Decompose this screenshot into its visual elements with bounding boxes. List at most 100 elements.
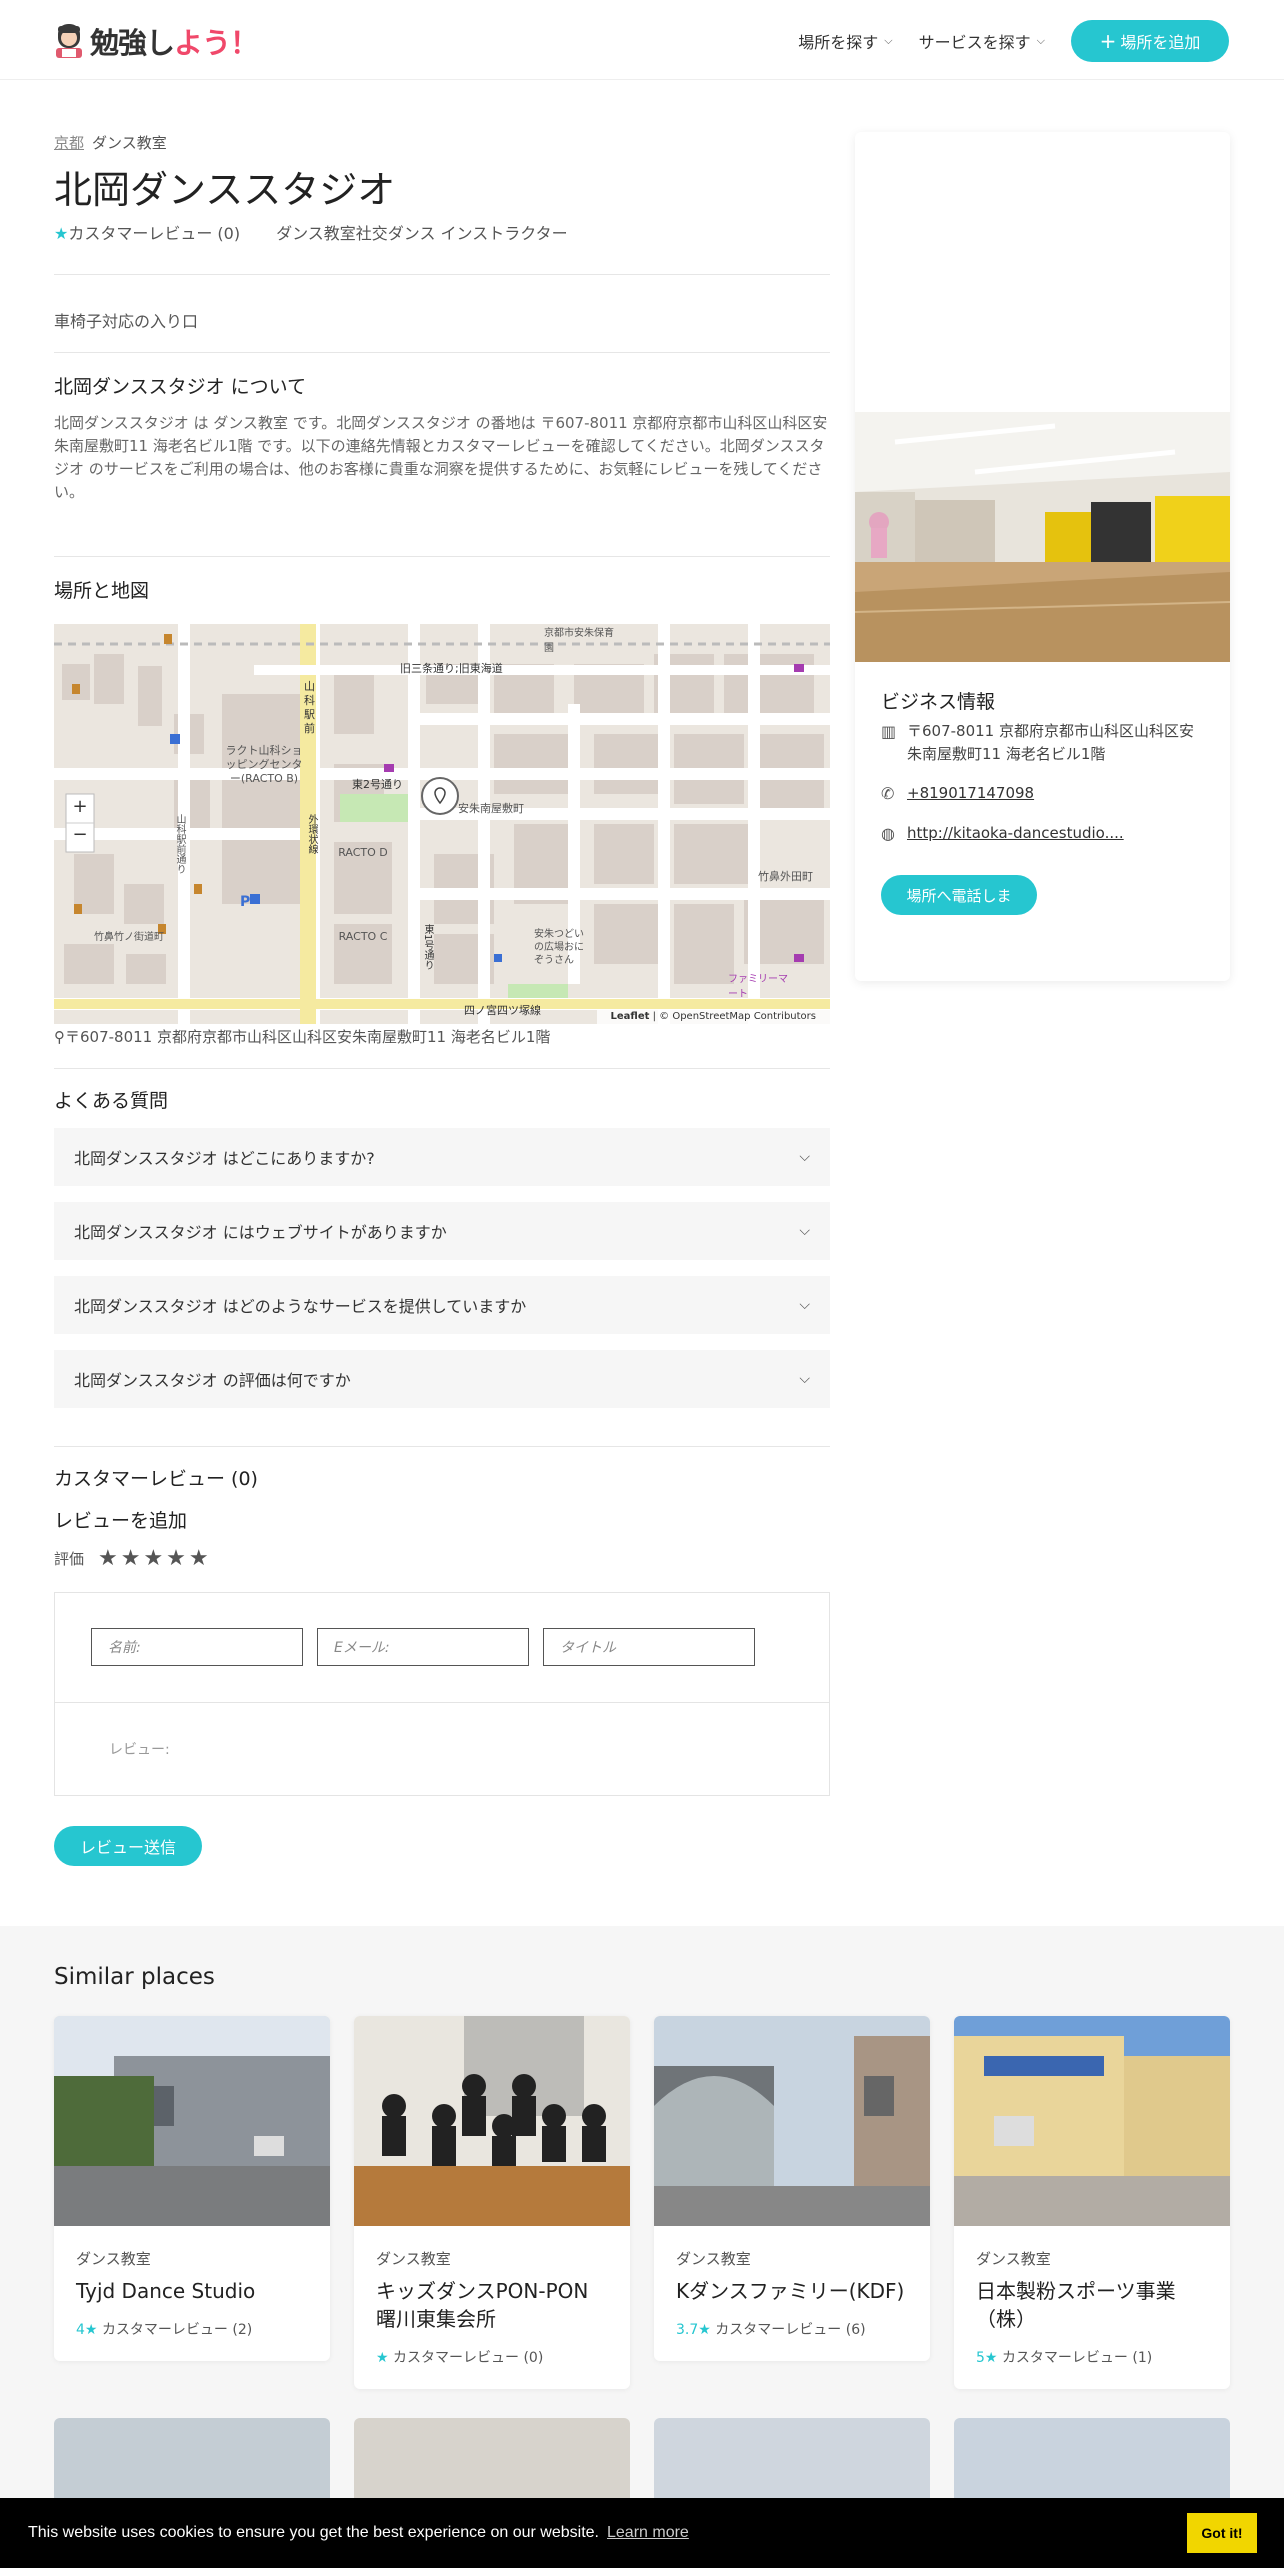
map-label: 京都市安朱保育園 <box>544 628 614 654</box>
map-label: 東2号通り <box>352 778 403 791</box>
place-name[interactable]: Tyjd Dance Studio <box>76 2277 308 2305</box>
rating-row: 評価 ★★★★★ <box>54 1546 212 1571</box>
divider <box>54 1446 830 1447</box>
main-content: 京都 ダンス教室 北岡ダンススタジオ ★カスタマーレビュー (0) ダンス教室社交… <box>54 132 830 1866</box>
add-review-heading: レビューを追加 <box>54 1510 188 1532</box>
map-pin-icon: ⚲ <box>54 1028 65 1046</box>
cookie-learn-more-link[interactable]: Learn more <box>607 2524 689 2542</box>
similar-places-heading: Similar places <box>54 1964 215 1990</box>
place-photo <box>54 2016 330 2226</box>
plus-icon: + <box>1099 29 1117 53</box>
chevron-down-icon: ⌵ <box>799 1149 810 1165</box>
review-textarea[interactable]: レビュー: <box>109 1739 170 1759</box>
breadcrumb-category: ダンス教室 <box>92 134 167 152</box>
chevron-down-icon: ⌵ <box>884 34 893 47</box>
star-icon: ★ <box>54 224 69 243</box>
site-logo[interactable]: 勉強しよう！ <box>52 20 259 62</box>
map-label: 安朱南屋敷町 <box>458 802 524 815</box>
logo-avatar-icon <box>56 24 82 58</box>
star-icon: ★ <box>984 2350 998 2366</box>
leaflet-link[interactable]: Leaflet <box>611 1011 650 1022</box>
faq-item[interactable]: 北岡ダンススタジオ はどのようなサービスを提供していますか ⌵ <box>54 1276 830 1334</box>
cookie-banner: This website uses cookies to ensure you … <box>0 2498 1284 2568</box>
map-label: 竹鼻外田町 <box>758 870 813 883</box>
parking-label: P <box>240 894 250 910</box>
place-photo <box>354 2016 630 2226</box>
place-meta: ★カスタマーレビュー (0) ダンス教室社交ダンス インストラクター <box>54 220 830 244</box>
zoom-out-button[interactable]: − <box>68 824 92 845</box>
about-text: 北岡ダンススタジオ は ダンス教室 です。北岡ダンススタジオ の番地は 〒607… <box>54 414 828 501</box>
map-tiles: P <box>54 624 830 1024</box>
chevron-down-icon: ⌵ <box>1036 34 1045 47</box>
place-photo <box>654 2016 930 2226</box>
map-label: ラクト山科ショッピングセンター(RACTO B) <box>225 744 303 785</box>
faq-item[interactable]: 北岡ダンススタジオ の評価は何ですか ⌵ <box>54 1350 830 1408</box>
divider <box>54 556 830 557</box>
zoom-in-button[interactable]: + <box>68 796 92 817</box>
similar-place-card[interactable]: ダンス教室 日本製粉スポーツ事業（株） 5★ カスタマーレビュー (1) <box>954 2016 1230 2389</box>
amenity-wheelchair: 車椅子対応の入り口 <box>54 312 199 331</box>
map-attribution: Leaflet | © OpenStreetMap Contributors <box>596 1009 830 1024</box>
similar-places-section: Similar places ダンス教室 Tyjd Dance Studio 4… <box>0 1926 1284 2568</box>
about-heading: 北岡ダンススタジオ について <box>54 376 307 398</box>
rating-stars[interactable]: ★★★★★ <box>98 1546 212 1571</box>
breadcrumb-city-link[interactable]: 京都 <box>54 134 84 152</box>
faq-item[interactable]: 北岡ダンススタジオ にはウェブサイトがありますか ⌵ <box>54 1202 830 1260</box>
place-rating: 4★ カスタマーレビュー (2) <box>76 2322 253 2338</box>
site-header: 勉強しよう！ 場所を探す ⌵ サービスを探す ⌵ + 場所を追加 <box>0 0 1284 80</box>
call-button[interactable]: 場所へ電話しま <box>881 875 1037 915</box>
business-card: ビジネス情報 ▥ 〒607-8011 京都府京都市山科区山科区安朱南屋敷町11 … <box>855 132 1230 981</box>
chevron-down-icon: ⌵ <box>799 1371 810 1387</box>
faq-heading: よくある質問 <box>54 1090 169 1112</box>
website-link[interactable]: http://kitaoka-dancestudio.... <box>907 822 1124 845</box>
review-form: 名前: Eメール: タイトル レビュー: <box>54 1592 830 1796</box>
map-label: 東1号通り <box>422 924 433 971</box>
add-place-button[interactable]: + 場所を追加 <box>1071 20 1229 62</box>
review-form-fields: 名前: Eメール: タイトル <box>55 1593 829 1703</box>
place-category: ダンス教室 <box>676 2250 751 2268</box>
place-name[interactable]: Kダンスファミリー(KDF) <box>676 2277 908 2305</box>
reviews-heading: カスタマーレビュー (0) <box>54 1468 258 1490</box>
location-map[interactable]: P + − 旧三条通り;旧東海道 東2号通り 安朱南屋敷町 ラクト山科ショッピン… <box>54 624 830 1024</box>
star-icon: ★ <box>84 2322 98 2338</box>
place-name[interactable]: 日本製粉スポーツ事業（株） <box>976 2277 1208 2333</box>
similar-place-card[interactable]: ダンス教室 Kダンスファミリー(KDF) 3.7★ カスタマーレビュー (6) <box>654 2016 930 2361</box>
review-summary[interactable]: ★カスタマーレビュー (0) <box>54 220 240 244</box>
breadcrumb: 京都 ダンス教室 <box>54 132 830 153</box>
faq-item[interactable]: 北岡ダンススタジオ はどこにありますか? ⌵ <box>54 1128 830 1186</box>
submit-review-button[interactable]: レビュー送信 <box>54 1826 202 1866</box>
cookie-message: This website uses cookies to ensure you … <box>28 2524 599 2541</box>
name-field[interactable]: 名前: <box>91 1628 303 1666</box>
subject-field[interactable]: タイトル <box>543 1628 755 1666</box>
page-title: 北岡ダンススタジオ <box>54 168 396 212</box>
nav-find-services[interactable]: サービスを探す ⌵ <box>919 29 1045 53</box>
phone-icon: ✆ <box>881 784 895 803</box>
map-label: RACTO C <box>338 930 388 943</box>
place-photo <box>954 2016 1230 2226</box>
map-label: 山科駅前 <box>304 680 315 735</box>
main-nav: 場所を探す ⌵ サービスを探す ⌵ + 場所を追加 <box>798 20 1229 62</box>
place-category: ダンス教室 <box>376 2250 451 2268</box>
star-icon: ★ <box>376 2350 389 2366</box>
place-categories: ダンス教室社交ダンス インストラクター <box>276 224 568 243</box>
map-heading: 場所と地図 <box>54 580 150 602</box>
place-category: ダンス教室 <box>976 2250 1051 2268</box>
studio-photo <box>855 412 1230 662</box>
map-label: 竹鼻竹ノ街道町 <box>94 932 164 943</box>
nav-find-places[interactable]: 場所を探す ⌵ <box>798 29 892 53</box>
map-label: 四ノ宮四ツ塚線 <box>464 1004 541 1017</box>
business-address: ▥ 〒607-8011 京都府京都市山科区山科区安朱南屋敷町11 海老名ビル1階 <box>881 720 1207 766</box>
divider <box>54 352 830 353</box>
chevron-down-icon: ⌵ <box>799 1297 810 1313</box>
phone-link[interactable]: +819017147098 <box>907 782 1034 805</box>
email-field[interactable]: Eメール: <box>317 1628 529 1666</box>
divider <box>54 274 830 275</box>
business-info-heading: ビジネス情報 <box>881 691 996 713</box>
similar-place-card[interactable]: ダンス教室 キッズダンスPON-PON曙川東集会所 ★ カスタマーレビュー (0… <box>354 2016 630 2389</box>
map-icon: ▥ <box>881 722 897 741</box>
place-rating: ★ カスタマーレビュー (0) <box>376 2350 544 2366</box>
map-label: ファミリーマート <box>728 974 788 1000</box>
similar-place-card[interactable]: ダンス教室 Tyjd Dance Studio 4★ カスタマーレビュー (2) <box>54 2016 330 2361</box>
cookie-accept-button[interactable]: Got it! <box>1187 2513 1257 2553</box>
place-name[interactable]: キッズダンスPON-PON曙川東集会所 <box>376 2277 608 2333</box>
